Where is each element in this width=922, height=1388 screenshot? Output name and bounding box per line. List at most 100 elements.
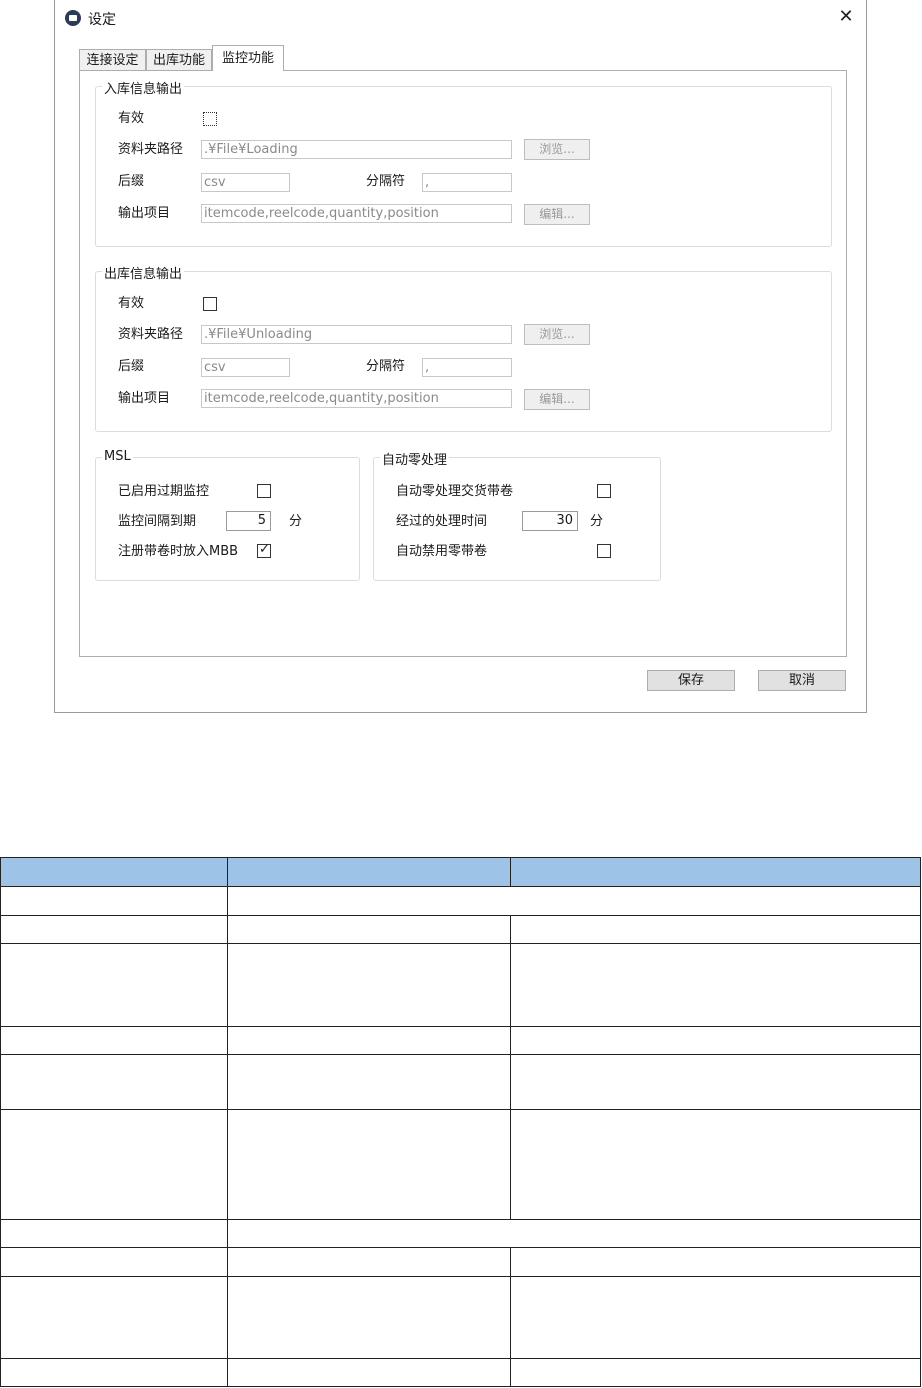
table-cell — [226, 1247, 512, 1277]
table-cell — [0, 1219, 228, 1248]
auto-zero-group: 自动零处理 自动零处理交货带卷 经过的处理时间 30 分 自动禁用零带卷 — [373, 449, 661, 581]
msl-interval-unit: 分 — [289, 514, 303, 529]
table-cell — [226, 943, 512, 1027]
table-cell — [0, 1026, 228, 1055]
inbound-valid-label: 有效 — [118, 111, 145, 126]
header-cell — [0, 857, 228, 887]
tab-monitor-function[interactable]: 监控功能 — [212, 45, 284, 71]
inbound-folder-input[interactable]: .¥File¥Loading — [201, 140, 512, 159]
table-cell — [226, 1026, 512, 1055]
auto-zero-elapsed-label: 经过的处理时间 — [396, 514, 488, 529]
outbound-suffix-input[interactable]: csv — [201, 358, 290, 377]
inbound-output-legend: 入库信息输出 — [102, 78, 185, 97]
auto-zero-disable-checkbox[interactable] — [597, 544, 611, 558]
inbound-valid-checkbox[interactable] — [203, 112, 217, 126]
auto-zero-disable-label: 自动禁用零带卷 — [396, 544, 488, 559]
table-cell — [0, 915, 228, 944]
msl-legend: MSL — [102, 449, 133, 464]
inbound-output-group: 入库信息输出 有效 资料夹路径 .¥File¥Loading 浏览... 后缀 … — [95, 78, 832, 247]
table-cell — [510, 1276, 921, 1359]
auto-zero-legend: 自动零处理 — [380, 449, 450, 468]
table-row — [0, 1276, 921, 1359]
cancel-button[interactable]: 取消 — [758, 670, 846, 691]
msl-interval-input[interactable]: 5 — [226, 511, 271, 531]
table-row — [0, 1247, 921, 1277]
inbound-suffix-input[interactable]: csv — [201, 173, 290, 192]
table-row — [0, 1026, 921, 1055]
table-cell — [226, 1276, 512, 1359]
table-row — [0, 1219, 922, 1248]
table-cell — [226, 1358, 512, 1387]
outbound-separator-input[interactable]: , — [422, 358, 512, 377]
table-cell — [0, 1109, 228, 1220]
table-row — [0, 943, 921, 1027]
table-cell — [510, 1358, 921, 1387]
inbound-separator-input[interactable]: , — [422, 173, 512, 192]
outbound-browse-button[interactable]: 浏览... — [524, 324, 590, 345]
table-cell — [0, 943, 228, 1027]
auto-zero-elapsed-input[interactable]: 30 — [522, 511, 578, 531]
msl-group: MSL 已启用过期监控 监控间隔到期 5 分 注册带卷时放入MBB ✓ — [95, 449, 360, 581]
checkmark-icon: ✓ — [259, 542, 270, 557]
table-cell — [226, 915, 512, 944]
window-title: 设定 — [88, 12, 116, 28]
msl-interval-label: 监控间隔到期 — [118, 514, 197, 529]
header-cell — [510, 857, 921, 887]
table-cell — [510, 1026, 921, 1055]
msl-mbb-checkbox[interactable]: ✓ — [257, 542, 271, 558]
table-cell — [0, 1276, 228, 1359]
auto-zero-elapsed-unit: 分 — [590, 514, 604, 529]
table-cell — [510, 1054, 921, 1110]
table-cell — [0, 1358, 228, 1387]
table-cell — [510, 1109, 921, 1220]
table-row — [0, 915, 921, 944]
outbound-edit-button[interactable]: 编辑... — [524, 389, 590, 410]
app-icon — [65, 10, 81, 26]
outbound-folder-input[interactable]: .¥File¥Unloading — [201, 325, 512, 344]
outbound-valid-checkbox[interactable] — [203, 297, 217, 311]
table-row — [0, 1054, 921, 1110]
auto-zero-tape-checkbox[interactable] — [597, 484, 611, 498]
outbound-output-legend: 出库信息输出 — [102, 263, 185, 282]
table-cell — [0, 1247, 228, 1277]
inbound-items-label: 输出项目 — [118, 206, 171, 221]
outbound-folder-label: 资料夹路径 — [118, 327, 184, 342]
table-row — [0, 1109, 921, 1220]
table-cell — [226, 1219, 922, 1248]
table-cell — [0, 1054, 228, 1110]
table-cell — [510, 1247, 921, 1277]
outbound-items-label: 输出项目 — [118, 391, 171, 406]
save-button[interactable]: 保存 — [647, 670, 735, 691]
table-header-row — [0, 857, 921, 887]
close-icon[interactable]: ✕ — [836, 6, 856, 28]
inbound-folder-label: 资料夹路径 — [118, 142, 184, 157]
outbound-valid-label: 有效 — [118, 296, 145, 311]
auto-zero-tape-label: 自动零处理交货带卷 — [396, 484, 514, 499]
table-cell — [510, 943, 921, 1027]
tab-outbound-function[interactable]: 出库功能 — [146, 49, 212, 70]
table-cell — [226, 1109, 512, 1220]
empty-table — [0, 857, 922, 1387]
table-cell — [226, 886, 922, 916]
msl-mbb-label: 注册带卷时放入MBB — [118, 544, 239, 559]
table-row — [0, 886, 922, 916]
table-cell — [226, 1054, 512, 1110]
tab-connection-settings[interactable]: 连接设定 — [79, 49, 146, 70]
title-bar: 设定 ✕ — [55, 0, 866, 36]
inbound-separator-label: 分隔符 — [366, 174, 406, 189]
outbound-items-input[interactable]: itemcode,reelcode,quantity,position — [201, 389, 512, 408]
table-row — [0, 1358, 921, 1387]
outbound-suffix-label: 后缀 — [118, 359, 145, 374]
settings-dialog: 设定 ✕ 连接设定 出库功能 监控功能 入库信息输出 有效 资料夹路径 .¥Fi… — [54, 0, 867, 713]
table-cell — [510, 915, 921, 944]
msl-expiry-checkbox[interactable] — [257, 484, 271, 498]
inbound-items-input[interactable]: itemcode,reelcode,quantity,position — [201, 204, 512, 223]
outbound-separator-label: 分隔符 — [366, 359, 406, 374]
inbound-suffix-label: 后缀 — [118, 174, 145, 189]
outbound-output-group: 出库信息输出 有效 资料夹路径 .¥File¥Unloading 浏览... 后… — [95, 263, 832, 432]
table-cell — [0, 886, 228, 916]
monitor-tab-panel: 入库信息输出 有效 资料夹路径 .¥File¥Loading 浏览... 后缀 … — [79, 70, 847, 657]
inbound-edit-button[interactable]: 编辑... — [524, 204, 590, 225]
inbound-browse-button[interactable]: 浏览... — [524, 139, 590, 160]
header-cell — [226, 857, 512, 887]
